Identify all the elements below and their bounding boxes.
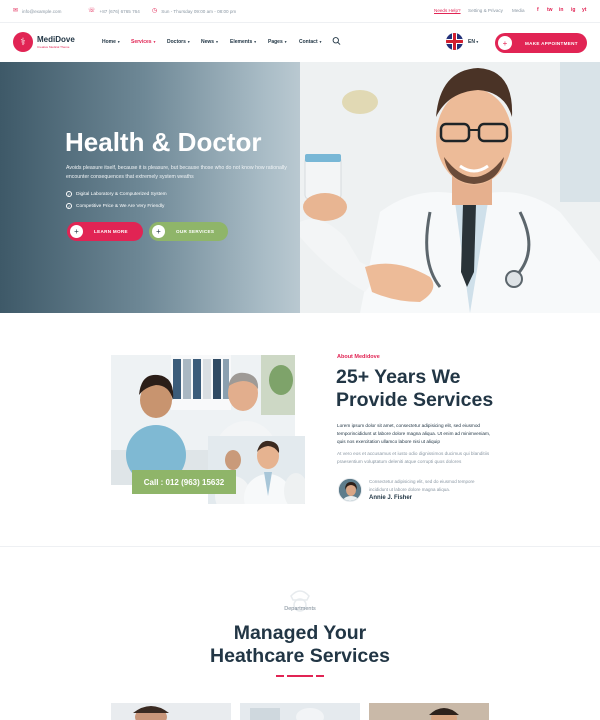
hero-description: Avoids pleasure itself, because it is pl…: [66, 165, 287, 180]
department-card[interactable]: [111, 703, 231, 720]
nav-elements[interactable]: Elements ▾: [230, 39, 256, 45]
make-appointment-button[interactable]: + MAKE APPOINTMENT: [495, 33, 587, 53]
make-appointment-label: MAKE APPOINTMENT: [525, 40, 578, 46]
top-bar: ✉ info@example.com ☏ +87 (676) 6765 764 …: [0, 0, 600, 23]
departments-title-line: Managed Your: [233, 622, 367, 644]
clock-icon: ◷: [152, 8, 158, 14]
nav-news-label: News: [201, 39, 215, 45]
hero-bullet-text: Digital Laboratory & Computerized System: [76, 191, 167, 197]
chevron-down-icon: ▾: [254, 40, 256, 44]
check-icon: ✓: [66, 191, 72, 197]
about-eyebrow: About Medidove: [337, 354, 380, 360]
mail-icon: ✉: [13, 8, 19, 14]
about-paragraph: Lorem ipsum dolor sit amet, consectetur …: [337, 423, 491, 445]
main-header: ⚕ MediDove Creative Medical Theme Home ▾ …: [0, 23, 600, 62]
plus-icon: +: [70, 225, 83, 238]
setting-privacy-link[interactable]: Setting & Privacy: [468, 8, 503, 13]
facebook-icon[interactable]: f: [537, 7, 539, 13]
nav-home[interactable]: Home ▾: [102, 39, 120, 45]
hero-title: Health & Doctor: [65, 127, 262, 157]
nav-home-label: Home: [102, 39, 116, 45]
doctor-photo: [300, 62, 600, 313]
plus-icon: +: [152, 225, 165, 238]
hero-bullet: ✓ Competitive Price & We Are Very Friend…: [66, 203, 164, 209]
our-services-button[interactable]: + OUR SERVICES: [149, 222, 228, 241]
logo-name[interactable]: MediDove: [37, 35, 75, 44]
testimonial-quote: Consectetur adipisicing elit, sed do eiu…: [369, 479, 475, 492]
search-icon[interactable]: [332, 36, 341, 46]
youtube-icon[interactable]: yt: [582, 7, 586, 13]
nav-doctors-label: Doctors: [167, 39, 186, 45]
nav-elements-label: Elements: [230, 39, 253, 45]
chevron-down-icon: ▾: [117, 40, 120, 44]
email-text: info@example.com: [22, 8, 62, 14]
uk-flag-icon[interactable]: [446, 33, 463, 50]
nav-pages-label: Pages: [268, 39, 283, 45]
hours-text: Sun - Thursday 09:00 am - 08:00 pm: [161, 8, 237, 14]
chevron-down-icon: ▾: [153, 40, 156, 44]
twitter-icon[interactable]: tw: [547, 7, 553, 13]
language-select[interactable]: EN ▾: [468, 39, 478, 45]
nav-pages[interactable]: Pages ▾: [268, 39, 287, 45]
call-phone-box[interactable]: Call : 012 (963) 15632: [132, 470, 236, 494]
departments-title-line: Heathcare Services: [210, 645, 390, 667]
check-icon: ✓: [66, 203, 72, 209]
nav-contact-label: Contact: [299, 39, 318, 45]
language-label: EN: [468, 39, 475, 45]
chevron-down-icon: ▾: [476, 40, 479, 44]
departments-eyebrow: Departments: [284, 606, 316, 612]
logo-icon[interactable]: ⚕: [13, 32, 33, 52]
about-title-line: Provide Services: [336, 389, 494, 411]
plus-icon: +: [498, 36, 512, 50]
nav-doctors[interactable]: Doctors ▾: [167, 39, 190, 45]
learn-more-label: LEARN MORE: [94, 229, 128, 234]
linkedin-icon[interactable]: in: [559, 7, 563, 13]
testimonial-author: Annie J. Fisher: [369, 495, 413, 501]
nav-news[interactable]: News ▾: [201, 39, 218, 45]
nav-services-label: Services: [131, 39, 152, 45]
nav-contact[interactable]: Contact ▾: [299, 39, 321, 45]
department-card[interactable]: [369, 703, 489, 720]
needs-help-link[interactable]: Needs Help?: [434, 8, 461, 13]
media-link[interactable]: Media: [512, 8, 525, 13]
phone-contact[interactable]: ☏ +87 (676) 6765 764: [88, 8, 140, 14]
phone-text: +87 (676) 6765 764: [99, 8, 140, 14]
hero-banner: Health & Doctor Avoids pleasure itself, …: [0, 62, 600, 313]
our-services-label: OUR SERVICES: [176, 229, 215, 234]
section-divider: [0, 546, 600, 547]
hero-bullet-text: Competitive Price & We Are Very Friendly: [76, 203, 165, 209]
chevron-down-icon: ▾: [187, 40, 190, 44]
title-underline-icon: [276, 675, 324, 677]
about-title-line: 25+ Years We: [336, 366, 461, 388]
about-paragraph-muted: At vero eos et accusamus et iusto odio d…: [337, 451, 490, 465]
hero-bullet: ✓ Digital Laboratory & Computerized Syst…: [66, 191, 167, 197]
chevron-down-icon: ▾: [216, 40, 218, 44]
email-contact[interactable]: ✉ info@example.com: [13, 8, 61, 14]
chevron-down-icon: ▾: [284, 40, 287, 44]
avatar: [338, 478, 362, 502]
instagram-icon[interactable]: ig: [571, 7, 575, 13]
department-card[interactable]: [240, 703, 360, 720]
logo-tagline: Creative Medical Theme: [37, 45, 70, 49]
nav-services[interactable]: Services ▾: [131, 39, 155, 45]
hours-info: ◷ Sun - Thursday 09:00 am - 08:00 pm: [152, 8, 236, 14]
departments-title: Managed Your Heathcare Services: [0, 622, 600, 668]
phone-icon: ☏: [88, 8, 96, 14]
about-title: 25+ Years We Provide Services: [336, 366, 493, 412]
chevron-down-icon: ▾: [319, 40, 322, 44]
learn-more-button[interactable]: + LEARN MORE: [67, 222, 143, 241]
